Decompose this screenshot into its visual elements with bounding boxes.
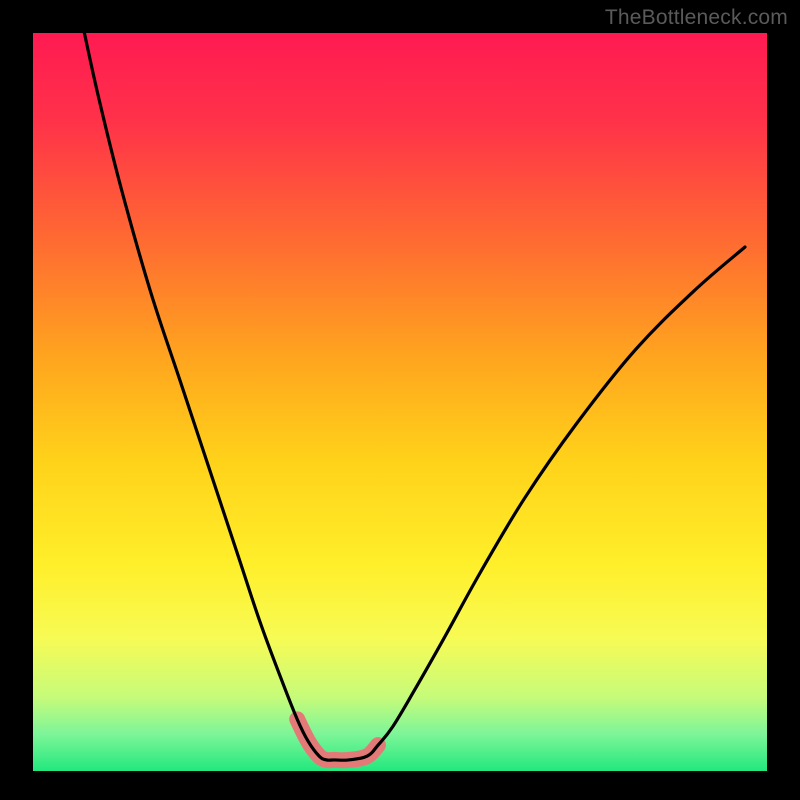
watermark-text: TheBottleneck.com — [605, 6, 788, 30]
chart-frame: TheBottleneck.com — [0, 0, 800, 800]
plot-background — [33, 33, 767, 771]
bottleneck-chart-svg — [0, 0, 800, 800]
